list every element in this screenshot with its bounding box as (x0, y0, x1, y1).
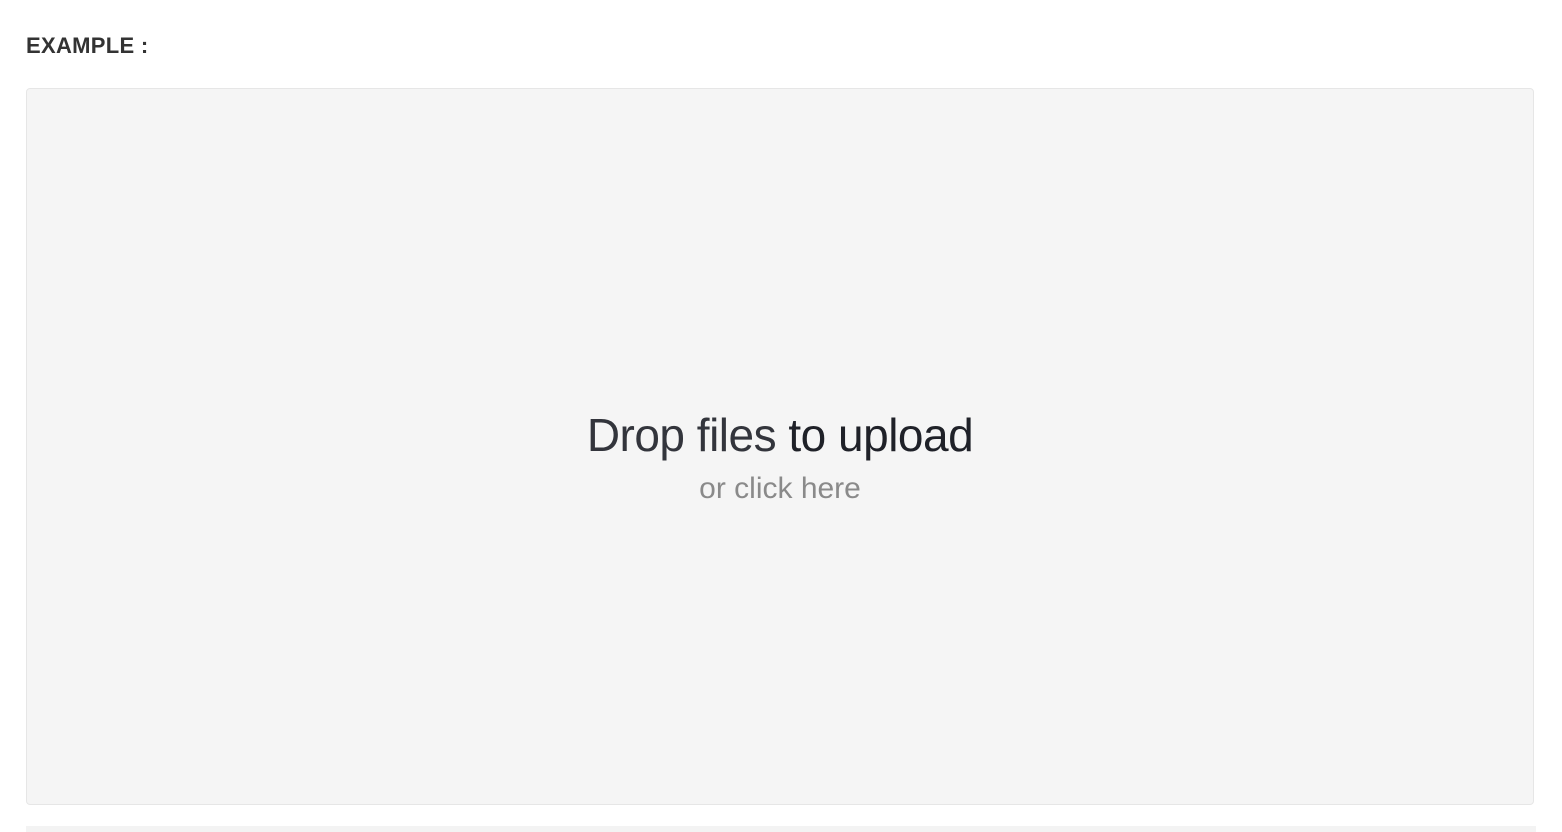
dropzone-message: Drop files to upload or click here (27, 407, 1533, 507)
bottom-divider (26, 826, 1536, 832)
dropzone-subtitle: or click here (699, 472, 861, 505)
page: EXAMPLE : Drop files to upload or click … (0, 0, 1562, 832)
dropzone-title: Drop files to upload (27, 407, 1533, 463)
section-label: EXAMPLE : (26, 33, 149, 58)
file-dropzone[interactable]: Drop files to upload or click here (26, 88, 1534, 805)
dropzone-title-part1: Drop files (586, 409, 777, 461)
dropzone-title-part2: to upload (788, 409, 974, 461)
